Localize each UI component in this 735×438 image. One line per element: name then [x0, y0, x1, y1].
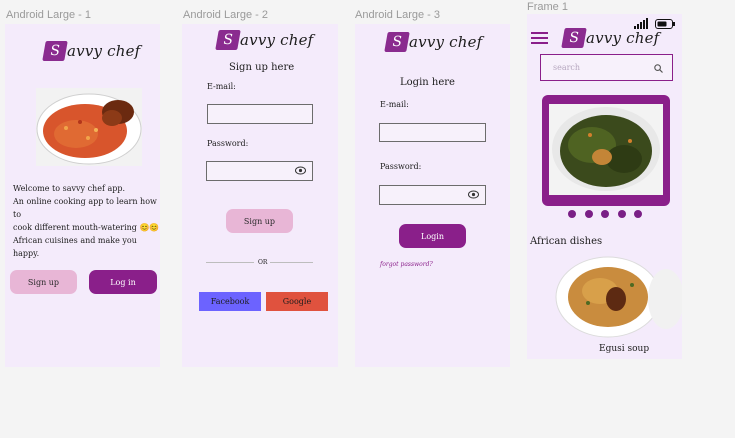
screen-login: S avvy chef Login here E-mail: Password:… — [355, 24, 510, 367]
frame-title-frame-1: Frame 1 — [527, 1, 568, 13]
welcome-text: Welcome to savvy chef app. An online coo… — [13, 182, 160, 260]
app-logo: S avvy chef — [384, 32, 483, 52]
logo-mark: S — [561, 28, 587, 48]
divider-left — [206, 262, 254, 263]
email-field[interactable] — [379, 123, 486, 142]
welcome-line-4: African cuisines and make you happy. — [13, 236, 137, 258]
facebook-button[interactable]: Facebook — [199, 292, 261, 311]
carousel-dot-1[interactable] — [568, 210, 576, 218]
divider-right — [270, 262, 313, 263]
signup-button[interactable]: Sign up — [10, 270, 77, 294]
section-title: African dishes — [530, 236, 603, 247]
search-box[interactable]: search — [540, 54, 673, 81]
screen-welcome: S avvy chef Welcome to savvy chef app. A… — [5, 24, 160, 367]
password-field[interactable] — [206, 161, 313, 181]
welcome-line-2: An online cooking app to learn how to — [13, 197, 157, 219]
app-logo: S avvy chef — [215, 30, 314, 50]
logo-text: avvy chef — [409, 33, 483, 51]
logo-text: avvy chef — [240, 31, 314, 49]
email-field[interactable] — [207, 104, 313, 124]
app-logo: S avvy chef — [561, 28, 660, 48]
logo-mark: S — [215, 30, 241, 50]
password-field[interactable] — [379, 185, 486, 205]
egusi-dish-image[interactable] — [554, 255, 682, 339]
frame-title-android-large-1: Android Large - 1 — [6, 9, 91, 21]
welcome-line-1: Welcome to savvy chef app. — [13, 184, 125, 193]
dish-name: Egusi soup — [599, 344, 650, 354]
hamburger-icon[interactable] — [531, 31, 548, 44]
jollof-rice-image — [36, 88, 142, 166]
email-label: E-mail: — [380, 100, 409, 109]
logo-text: avvy chef — [67, 42, 141, 60]
eye-icon[interactable] — [295, 166, 306, 175]
search-icon[interactable] — [654, 64, 663, 73]
carousel-dot-5[interactable] — [634, 210, 642, 218]
signup-heading: Sign up here — [229, 62, 295, 73]
email-label: E-mail: — [207, 82, 236, 91]
screen-home: S avvy chef search African dishes Egusi … — [527, 14, 682, 359]
egusi-carousel-image[interactable] — [542, 95, 670, 206]
carousel-dot-3[interactable] — [601, 210, 609, 218]
or-label: OR — [258, 259, 268, 266]
logo-mark: S — [42, 41, 68, 61]
eye-icon[interactable] — [468, 190, 479, 199]
search-input[interactable]: search — [553, 63, 580, 72]
forgot-password-link[interactable]: forgot password? — [380, 261, 433, 268]
logo-mark: S — [384, 32, 410, 52]
signup-button[interactable]: Sign up — [226, 209, 293, 233]
frame-title-android-large-3: Android Large - 3 — [355, 9, 440, 21]
login-button[interactable]: Log in — [89, 270, 157, 294]
password-label: Password: — [380, 162, 422, 171]
login-heading: Login here — [400, 77, 455, 88]
carousel-dot-2[interactable] — [585, 210, 593, 218]
app-logo: S avvy chef — [42, 41, 141, 61]
logo-text: avvy chef — [586, 29, 660, 47]
welcome-line-3: cook different mouth-watering 😊😊 — [13, 223, 160, 232]
carousel-dot-4[interactable] — [618, 210, 626, 218]
frame-title-android-large-2: Android Large - 2 — [183, 9, 268, 21]
google-button[interactable]: Google — [266, 292, 328, 311]
password-label: Password: — [207, 139, 249, 148]
login-button[interactable]: Login — [399, 224, 466, 248]
screen-signup: S avvy chef Sign up here E-mail: Passwor… — [182, 24, 338, 367]
